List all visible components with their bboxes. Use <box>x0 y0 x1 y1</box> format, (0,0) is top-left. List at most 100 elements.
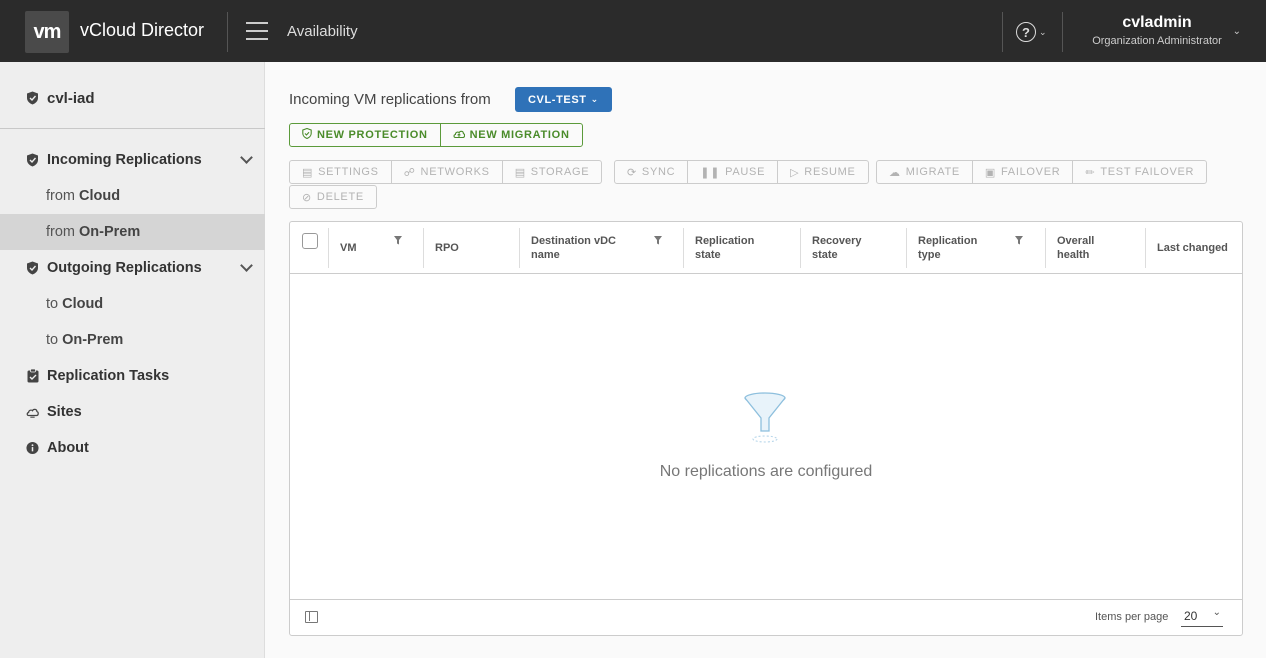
column-label-line1: Replication <box>695 235 755 247</box>
grid-footer: Items per page 20 ⌄ <box>290 599 1242 635</box>
vm-logo[interactable]: vm <box>25 11 69 53</box>
site-selector[interactable]: cvl-iad <box>0 85 265 111</box>
replications-grid: VM RPO Destination vDC name Replication st… <box>289 221 1243 636</box>
grid-header: VM RPO Destination vDC name Replication st… <box>290 222 1242 274</box>
items-per-page-select[interactable]: 20 ⌄ <box>1181 607 1223 627</box>
info-icon <box>26 441 39 455</box>
nav-sites[interactable]: Sites <box>0 394 265 430</box>
select-all-checkbox[interactable] <box>302 233 318 249</box>
column-label-line1: Recovery <box>812 235 862 247</box>
nav-label: Replication Tasks <box>47 368 170 384</box>
delete-toolbar: ⊘ DELETE <box>289 185 377 209</box>
config-toolbar: ▤ SETTINGS ☍ NETWORKS ▤ STORAGE <box>289 160 603 184</box>
org-dropdown-label: CVL-TEST <box>528 93 587 106</box>
site-name: cvl-iad <box>47 89 95 107</box>
nav-target: Cloud <box>62 296 104 312</box>
nav-incoming-from-cloud[interactable]: from Cloud <box>0 178 265 214</box>
nav-label: About <box>47 440 89 456</box>
column-label-line2: state <box>695 249 721 261</box>
test-failover-button[interactable]: ✏ TEST FAILOVER <box>1072 161 1206 183</box>
help-menu-button[interactable]: ? ⌄ <box>1016 22 1047 42</box>
column-label-line1: Destination vDC <box>531 235 616 247</box>
column-header-replication-type[interactable]: Replication type <box>906 222 1045 274</box>
nav-outgoing-to-cloud[interactable]: to Cloud <box>0 286 265 322</box>
nav-about[interactable]: About <box>0 430 265 466</box>
column-header-last-changed[interactable]: Last changed <box>1145 222 1242 274</box>
user-menu[interactable]: cvladmin Organization Administrator ⌄ <box>1075 14 1245 47</box>
column-header-overall-health[interactable]: Overall health <box>1045 222 1145 274</box>
section-title: Availability <box>287 23 358 40</box>
migrate-button[interactable]: ☁ MIGRATE <box>877 161 972 183</box>
header-divider <box>227 12 228 52</box>
filter-icon[interactable] <box>1015 236 1023 245</box>
items-per-page-value: 20 <box>1184 609 1198 623</box>
nav-incoming-replications[interactable]: Incoming Replications <box>0 142 265 178</box>
settings-button[interactable]: ▤ SETTINGS <box>290 161 391 183</box>
failover-button[interactable]: ▣ FAILOVER <box>971 161 1073 183</box>
sidebar: cvl-iad Incoming Replications from Cloud… <box>0 62 265 658</box>
empty-message: No replications are configured <box>659 463 873 480</box>
filter-icon[interactable] <box>654 236 662 245</box>
nav-outgoing-replications[interactable]: Outgoing Replications <box>0 250 265 286</box>
column-label-line2: health <box>1057 249 1090 261</box>
settings-icon: ▤ <box>302 166 314 179</box>
nav-prefix: to <box>46 332 59 348</box>
header-divider <box>1062 12 1063 52</box>
sidebar-divider <box>0 128 265 129</box>
hamburger-menu-icon[interactable] <box>246 22 268 40</box>
header-divider <box>1002 12 1003 52</box>
app-title[interactable]: vCloud Director <box>80 20 204 41</box>
play-icon: ▷ <box>790 166 800 179</box>
sync-button[interactable]: ⟳ SYNC <box>615 161 687 183</box>
new-protection-button[interactable]: NEW PROTECTION <box>290 124 440 146</box>
delete-button[interactable]: ⊘ DELETE <box>290 186 376 208</box>
network-icon: ☍ <box>403 166 416 179</box>
clipboard-icon <box>26 369 39 383</box>
column-label-line1: Replication <box>918 235 978 247</box>
button-label: NETWORKS <box>420 166 490 178</box>
column-header-replication-state[interactable]: Replication state <box>683 222 800 274</box>
chevron-down-icon: ⌄ <box>1039 26 1047 37</box>
chevron-down-icon: ⌄ <box>1232 26 1241 37</box>
shield-icon <box>302 127 312 142</box>
test-icon: ✏ <box>1085 166 1096 179</box>
column-label: VM <box>340 242 357 254</box>
pause-button[interactable]: ❚❚ PAUSE <box>687 161 777 183</box>
delete-icon: ⊘ <box>302 191 312 204</box>
nav-prefix: from <box>46 188 75 204</box>
column-header-vm[interactable]: VM <box>328 222 423 274</box>
chevron-down-icon[interactable] <box>240 151 253 164</box>
button-label: STORAGE <box>530 166 590 178</box>
cloud-icon: ☁ <box>889 166 901 179</box>
nav-outgoing-to-on-prem[interactable]: to On-Prem <box>0 322 265 358</box>
column-label-line1: Overall <box>1057 235 1095 247</box>
networks-button[interactable]: ☍ NETWORKS <box>390 161 502 183</box>
nav-prefix: from <box>46 224 75 240</box>
column-header-rpo[interactable]: RPO <box>423 222 519 274</box>
chevron-down-icon[interactable] <box>240 259 253 272</box>
resume-button[interactable]: ▷ RESUME <box>777 161 867 183</box>
shield-icon <box>26 91 39 105</box>
column-label-line2: type <box>918 249 941 261</box>
column-header-destination-vdc[interactable]: Destination vDC name <box>519 222 683 274</box>
column-header-recovery-state[interactable]: Recovery state <box>800 222 906 274</box>
column-label: RPO <box>435 242 459 254</box>
storage-icon: ▤ <box>514 166 526 179</box>
nav-replication-tasks[interactable]: Replication Tasks <box>0 358 265 394</box>
chevron-down-icon: ⌄ <box>1212 607 1221 618</box>
column-label: Overall health <box>1057 234 1094 262</box>
new-migration-button[interactable]: NEW MIGRATION <box>439 124 582 146</box>
storage-button[interactable]: ▤ STORAGE <box>501 161 602 183</box>
user-name: cvladmin <box>1122 14 1192 31</box>
nav-incoming-from-on-prem[interactable]: from On-Prem <box>0 214 265 250</box>
shield-icon <box>26 153 39 167</box>
button-label: RESUME <box>804 166 856 178</box>
pause-icon: ❚❚ <box>700 166 721 179</box>
filter-icon[interactable] <box>394 236 402 245</box>
cloud-upload-icon <box>453 129 465 142</box>
org-dropdown[interactable]: CVL-TEST ⌄ <box>515 87 612 112</box>
column-toggle-icon[interactable] <box>305 611 318 623</box>
empty-filter-icon <box>744 392 786 443</box>
sync-toolbar: ⟳ SYNC ❚❚ PAUSE ▷ RESUME <box>614 160 869 184</box>
button-label: DELETE <box>316 191 364 203</box>
